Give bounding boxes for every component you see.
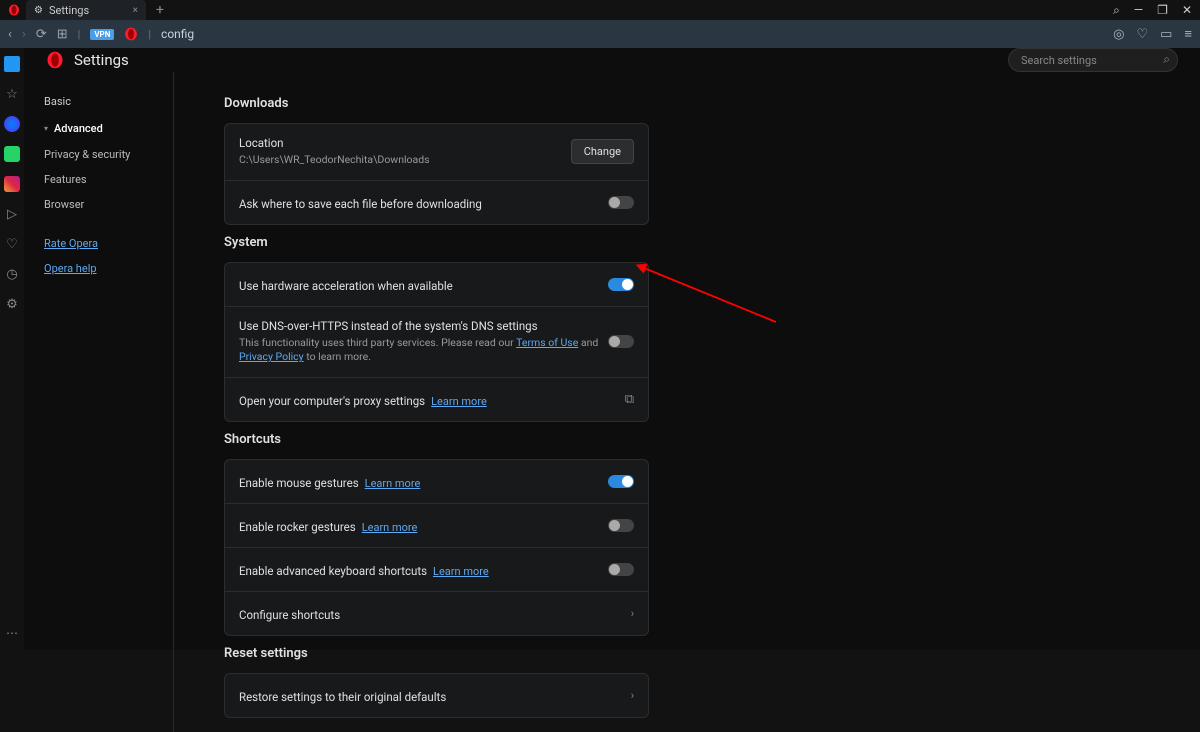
mouse-gestures-label: Enable mouse gestures (239, 476, 359, 490)
rocker-label: Enable rocker gestures (239, 520, 356, 534)
external-link-icon[interactable]: ⧉ (625, 392, 634, 407)
downloads-card: Location C:\Users\WR_TeodorNechita\Downl… (224, 123, 649, 225)
reload-button[interactable]: ⟳ (36, 27, 47, 42)
close-tab-button[interactable]: × (133, 5, 138, 16)
mouse-gestures-row[interactable]: Enable mouse gestures Learn more (225, 460, 648, 504)
download-location-row[interactable]: Location C:\Users\WR_TeodorNechita\Downl… (225, 124, 648, 181)
rail-bookmarks[interactable]: ☆ (4, 86, 20, 102)
chevron-down-icon: ▾ (44, 124, 48, 133)
search-icon[interactable]: ⌕ (1113, 3, 1120, 18)
close-window-button[interactable]: ✕ (1182, 3, 1192, 17)
dns-https-label: Use DNS-over-HTTPS instead of the system… (239, 319, 608, 333)
restore-row[interactable]: Restore settings to their original defau… (225, 674, 648, 717)
rail-history[interactable]: ◷ (4, 266, 20, 282)
dns-https-desc: This functionality uses third party serv… (239, 336, 608, 365)
left-rail: ☆ ▷ ♡ ◷ ⚙ ⋯ (0, 48, 24, 650)
system-card: Use hardware acceleration when available… (224, 262, 649, 422)
titlebar: ⚙ Settings × + ⌕ ― ❐ ✕ (0, 0, 1200, 20)
nav-basic[interactable]: Basic (24, 88, 173, 115)
snapshot-icon[interactable]: ◎ (1113, 27, 1124, 42)
back-button[interactable]: ‹ (8, 27, 12, 42)
opera-logo-icon (8, 4, 20, 16)
mouse-gestures-toggle[interactable] (608, 475, 634, 488)
hw-accel-row[interactable]: Use hardware acceleration when available (225, 263, 648, 307)
opera-logo-icon (46, 51, 64, 69)
proxy-label: Open your computer's proxy settings (239, 394, 425, 408)
proxy-row[interactable]: Open your computer's proxy settings Learn… (225, 378, 648, 421)
restore-label: Restore settings to their original defau… (239, 690, 446, 704)
rocker-learn-more[interactable]: Learn more (362, 521, 418, 534)
ask-save-row[interactable]: Ask where to save each file before downl… (225, 181, 648, 224)
rail-messenger[interactable] (4, 116, 20, 132)
rocker-toggle[interactable] (608, 519, 634, 532)
hw-accel-toggle[interactable] (608, 278, 634, 291)
rail-settings[interactable]: ⚙ (4, 296, 20, 312)
chevron-right-icon: › (631, 607, 634, 620)
nav-privacy[interactable]: Privacy & security (24, 142, 173, 167)
page-title: Settings (74, 51, 129, 69)
terms-of-use-link[interactable]: Terms of Use (516, 336, 578, 349)
mouse-learn-more[interactable]: Learn more (365, 477, 421, 490)
settings-content: Downloads Location C:\Users\WR_TeodorNec… (174, 72, 1200, 732)
battery-icon[interactable]: ▭ (1160, 27, 1172, 42)
adv-kb-learn-more[interactable]: Learn more (433, 565, 489, 578)
proxy-learn-more[interactable]: Learn more (431, 395, 487, 408)
opera-url-icon (124, 27, 138, 41)
adv-kb-toggle[interactable] (608, 563, 634, 576)
nav-advanced[interactable]: ▾Advanced (24, 115, 173, 142)
minimize-button[interactable]: ― (1134, 3, 1143, 17)
rail-more[interactable]: ⋯ (6, 626, 18, 640)
speed-dial-icon[interactable]: ⊞ (57, 27, 68, 42)
adv-kb-row[interactable]: Enable advanced keyboard shortcuts Learn … (225, 548, 648, 592)
rail-instagram[interactable] (4, 176, 20, 192)
configure-shortcuts-row[interactable]: Configure shortcuts › (225, 592, 648, 635)
maximize-button[interactable]: ❐ (1157, 3, 1168, 17)
location-label: Location (239, 136, 571, 150)
separator: | (78, 28, 81, 41)
vpn-badge[interactable]: VPN (90, 29, 114, 40)
window-controls: ⌕ ― ❐ ✕ (1113, 3, 1192, 18)
dns-https-row[interactable]: Use DNS-over-HTTPS instead of the system… (225, 307, 648, 378)
dns-https-toggle[interactable] (608, 335, 634, 348)
nav-opera-help[interactable]: Opera help (24, 256, 173, 281)
separator: | (148, 28, 151, 41)
settings-header: Settings ⌕ (24, 48, 1200, 72)
section-reset-title: Reset settings (224, 646, 1170, 661)
rail-play[interactable]: ▷ (4, 206, 20, 222)
chevron-right-icon: › (631, 689, 634, 702)
rocker-row[interactable]: Enable rocker gestures Learn more (225, 504, 648, 548)
nav-browser[interactable]: Browser (24, 192, 173, 217)
privacy-policy-link[interactable]: Privacy Policy (239, 350, 304, 363)
tab-title: Settings (49, 4, 89, 17)
rail-whatsapp[interactable] (4, 146, 20, 162)
nav-rate-opera[interactable]: Rate Opera (24, 231, 173, 256)
section-system-title: System (224, 235, 1170, 250)
settings-nav: Basic ▾Advanced Privacy & security Featu… (24, 72, 174, 732)
configure-label: Configure shortcuts (239, 608, 340, 622)
ask-save-toggle[interactable] (608, 196, 634, 209)
new-tab-button[interactable]: + (156, 2, 164, 18)
search-icon[interactable]: ⌕ (1163, 52, 1170, 67)
easy-setup-icon[interactable]: ≡ (1184, 26, 1192, 42)
adv-kb-label: Enable advanced keyboard shortcuts (239, 564, 427, 578)
location-path: C:\Users\WR_TeodorNechita\Downloads (239, 153, 571, 168)
section-downloads-title: Downloads (224, 96, 1170, 111)
rail-heart[interactable]: ♡ (4, 236, 20, 252)
nav-features[interactable]: Features (24, 167, 173, 192)
change-location-button[interactable]: Change (571, 139, 634, 164)
url-text[interactable]: config (161, 27, 194, 41)
search-settings-input[interactable] (1008, 48, 1178, 72)
forward-button[interactable]: › (22, 27, 26, 42)
ask-save-label: Ask where to save each file before downl… (239, 197, 482, 211)
reset-card: Restore settings to their original defau… (224, 673, 649, 718)
hw-accel-label: Use hardware acceleration when available (239, 279, 453, 293)
gear-icon: ⚙ (34, 5, 43, 16)
shortcuts-card: Enable mouse gestures Learn more Enable r… (224, 459, 649, 636)
address-bar: ‹ › ⟳ ⊞ | VPN | config ◎ ♡ ▭ ≡ (0, 20, 1200, 48)
section-shortcuts-title: Shortcuts (224, 432, 1170, 447)
browser-tab[interactable]: ⚙ Settings × (26, 0, 146, 20)
rail-home[interactable] (4, 56, 20, 72)
heart-icon[interactable]: ♡ (1136, 27, 1148, 42)
